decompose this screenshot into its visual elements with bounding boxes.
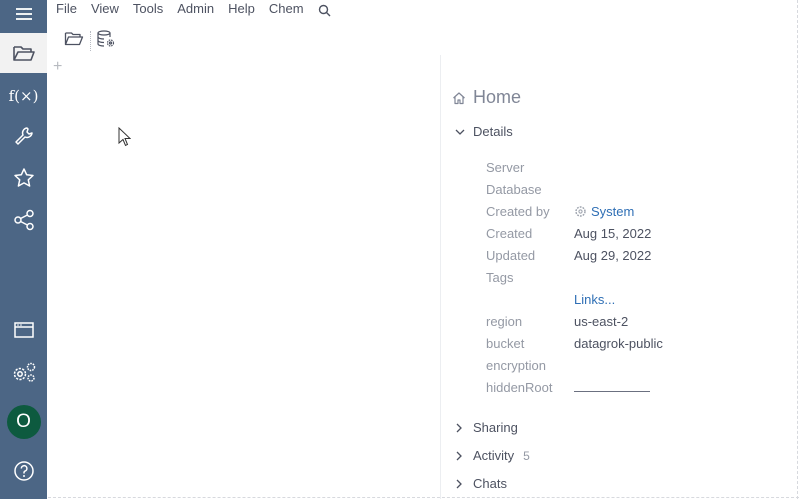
prop-key-database: Database bbox=[486, 182, 542, 197]
fx-x: × bbox=[19, 86, 33, 105]
avatar-initial: O bbox=[6, 405, 41, 439]
fx-close: ) bbox=[32, 86, 39, 105]
menu-help[interactable]: Help bbox=[228, 1, 255, 17]
avatar[interactable]: O bbox=[0, 402, 47, 442]
menu-tools[interactable]: Tools bbox=[133, 1, 163, 17]
panel-title-text: Home bbox=[473, 87, 522, 107]
share-icon[interactable] bbox=[0, 200, 47, 240]
prop-key-tags: Tags bbox=[486, 270, 514, 285]
mouse-cursor-icon bbox=[118, 127, 131, 147]
open-folder-icon[interactable] bbox=[64, 30, 84, 52]
fx-label: f( bbox=[8, 86, 20, 105]
left-sidebar: f(×) O bbox=[0, 0, 47, 499]
prop-key-created: Created bbox=[486, 226, 533, 241]
settings-icon[interactable] bbox=[0, 352, 47, 392]
menu-file[interactable]: File bbox=[56, 1, 77, 17]
sharing-label: Sharing bbox=[473, 420, 518, 435]
context-panel: Home Details Server Database Created by … bbox=[440, 55, 799, 499]
chevron-right-icon bbox=[455, 479, 465, 489]
hidden-root-value-line bbox=[574, 391, 650, 392]
chats-label: Chats bbox=[473, 476, 507, 491]
gear-icon bbox=[575, 206, 586, 217]
activity-count: 5 bbox=[523, 448, 530, 463]
chats-section-header[interactable]: Chats bbox=[455, 476, 507, 491]
folder-open-icon[interactable] bbox=[0, 33, 47, 73]
add-button[interactable]: + bbox=[53, 58, 62, 76]
created-by-user-link[interactable]: System bbox=[591, 204, 634, 219]
activity-section-header[interactable]: Activity 5 bbox=[455, 448, 530, 463]
chevron-right-icon bbox=[455, 451, 465, 461]
prop-value-bucket: datagrok-public bbox=[574, 336, 663, 351]
functions-icon[interactable]: f(×) bbox=[0, 75, 47, 115]
wrench-icon[interactable] bbox=[0, 116, 47, 156]
prop-value-created: Aug 15, 2022 bbox=[574, 226, 652, 241]
prop-key-hidden-root: hiddenRoot bbox=[486, 380, 553, 395]
menu-view[interactable]: View bbox=[91, 1, 119, 17]
prop-key-created-by: Created by bbox=[486, 204, 550, 219]
prop-value-created-by[interactable]: System bbox=[574, 204, 634, 221]
star-icon[interactable] bbox=[0, 158, 47, 198]
window-icon[interactable] bbox=[0, 310, 47, 350]
panel-title: Home bbox=[452, 87, 521, 108]
prop-key-region: region bbox=[486, 314, 523, 329]
details-section-header[interactable]: Details bbox=[455, 124, 513, 139]
prop-value-region: us-east-2 bbox=[574, 314, 629, 329]
toolbar-separator bbox=[90, 31, 91, 51]
menu-bar: File View Tools Admin Help Chem bbox=[56, 1, 331, 17]
help-icon[interactable] bbox=[0, 451, 47, 491]
prop-key-encryption: encryption bbox=[486, 358, 546, 373]
menu-admin[interactable]: Admin bbox=[177, 1, 214, 17]
toolbar bbox=[64, 29, 116, 54]
chevron-down-icon bbox=[455, 128, 465, 136]
prop-key-updated: Updated bbox=[486, 248, 536, 263]
prop-key-bucket: bucket bbox=[486, 336, 525, 351]
prop-key-server: Server bbox=[486, 160, 525, 175]
links-link[interactable]: Links... bbox=[574, 292, 615, 307]
chevron-right-icon bbox=[455, 423, 465, 433]
details-label: Details bbox=[473, 124, 513, 139]
menu-icon[interactable] bbox=[0, 0, 47, 34]
prop-value-updated: Aug 29, 2022 bbox=[574, 248, 652, 263]
menu-chem[interactable]: Chem bbox=[269, 1, 304, 17]
search-icon[interactable] bbox=[318, 4, 331, 20]
sharing-section-header[interactable]: Sharing bbox=[455, 420, 518, 435]
database-settings-icon[interactable] bbox=[96, 29, 116, 54]
home-icon bbox=[453, 91, 465, 104]
activity-label: Activity bbox=[473, 448, 515, 463]
